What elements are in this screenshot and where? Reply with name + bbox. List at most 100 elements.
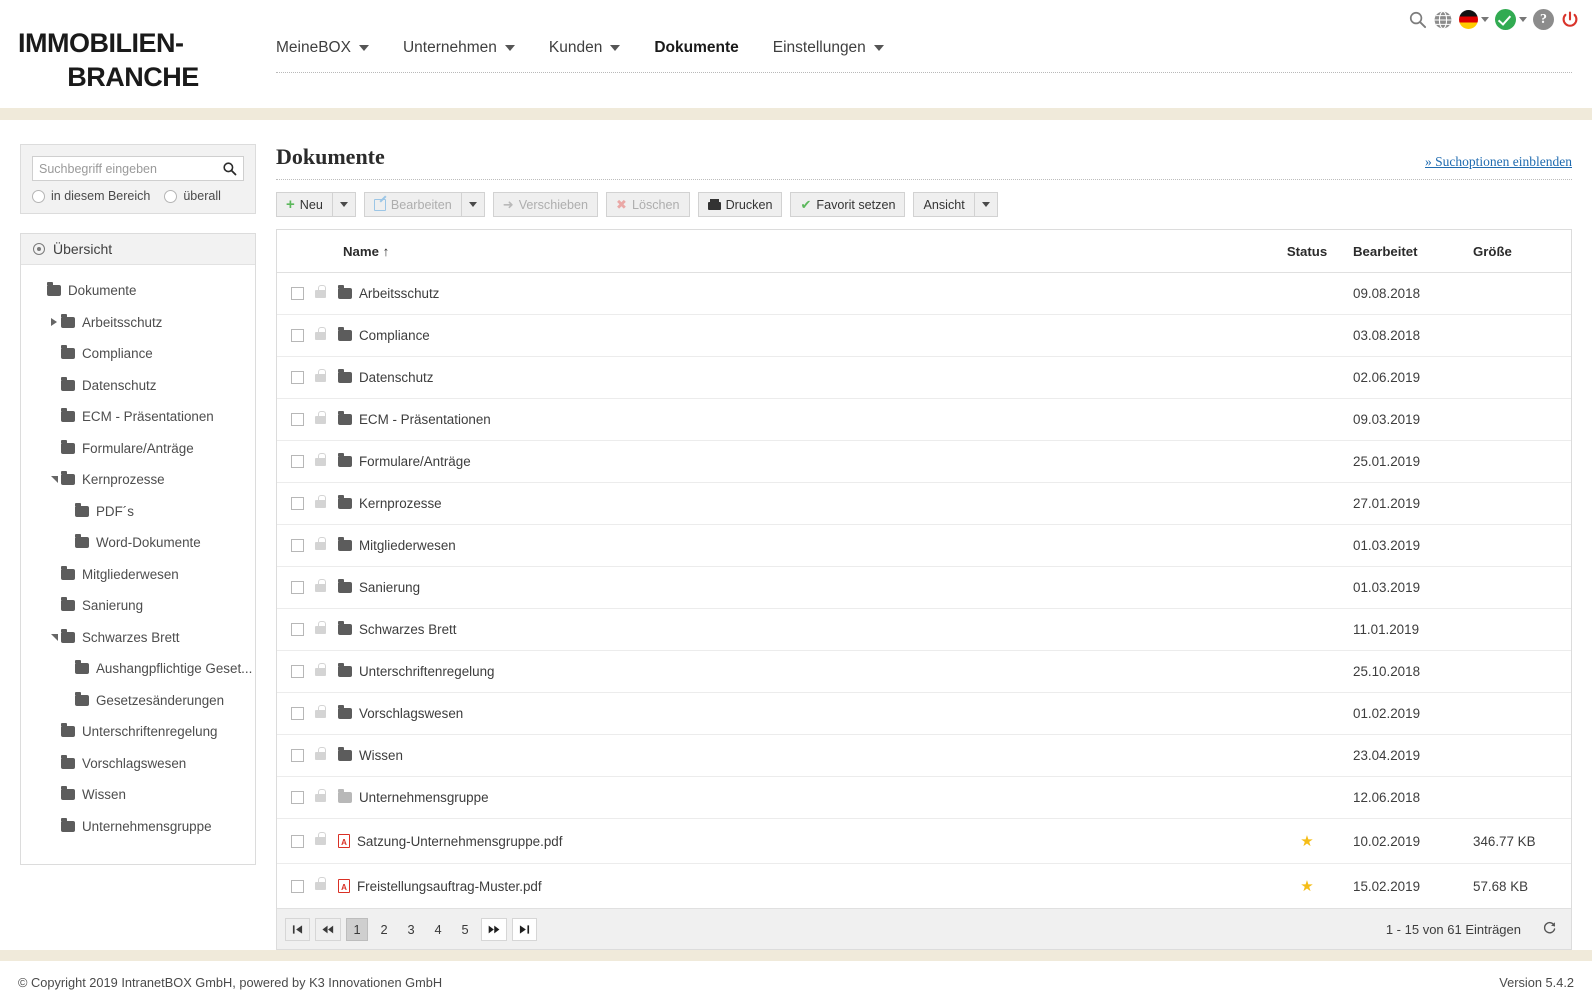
delete-button[interactable]: ✖ Löschen: [606, 192, 690, 217]
sidebar-item-dokumente[interactable]: Dokumente: [21, 275, 255, 307]
table-row[interactable]: Schwarzes Brett 11.01.2019: [277, 608, 1571, 651]
sidebar-item-unternehmensgruppe[interactable]: Unternehmensgruppe: [21, 811, 255, 843]
new-dropdown-button[interactable]: [332, 192, 356, 217]
search-submit-icon[interactable]: [219, 161, 239, 176]
row-name-label[interactable]: Vorschlagswesen: [359, 706, 463, 721]
nav-item-meinebox[interactable]: MeineBOX: [276, 39, 369, 57]
nav-item-einstellungen[interactable]: Einstellungen: [773, 39, 884, 57]
row-checkbox[interactable]: [291, 749, 304, 762]
column-header-bearbeitet[interactable]: Bearbeitet: [1353, 230, 1473, 273]
row-checkbox[interactable]: [291, 707, 304, 720]
row-name-label[interactable]: Arbeitsschutz: [359, 286, 439, 301]
sidebar-item-uebersicht[interactable]: Übersicht: [21, 234, 255, 265]
print-button[interactable]: Drucken: [697, 192, 783, 217]
sidebar-item-aushangpflichtige-geset[interactable]: Aushangpflichtige Geset...: [21, 653, 255, 685]
nav-item-kunden[interactable]: Kunden: [549, 39, 621, 57]
radio-scope-area[interactable]: in diesem Bereich: [32, 189, 150, 203]
language-flag-de-icon[interactable]: [1459, 10, 1489, 29]
pagination-next-button[interactable]: [481, 917, 507, 941]
row-checkbox[interactable]: [291, 497, 304, 510]
pagination-page-3[interactable]: 3: [400, 918, 422, 941]
row-name-label[interactable]: Datenschutz: [359, 370, 433, 385]
brand-logo[interactable]: IMMOBILIEN- BRANCHE: [18, 26, 248, 94]
search-icon[interactable]: [1408, 10, 1427, 29]
row-name-label[interactable]: Schwarzes Brett: [359, 622, 457, 637]
expand-arrow-icon[interactable]: [47, 318, 61, 327]
collapse-arrow-icon[interactable]: [47, 476, 61, 484]
table-row[interactable]: Formulare/Anträge 25.01.2019: [277, 440, 1571, 483]
row-checkbox[interactable]: [291, 879, 304, 893]
sidebar-item-arbeitsschutz[interactable]: Arbeitsschutz: [21, 307, 255, 339]
sidebar-item-sanierung[interactable]: Sanierung: [21, 590, 255, 622]
sidebar-item-schwarzes-brett[interactable]: Schwarzes Brett: [21, 622, 255, 654]
sidebar-item-word-dokumente[interactable]: Word-Dokumente: [21, 527, 255, 559]
row-name-label[interactable]: Mitgliederwesen: [359, 538, 456, 553]
table-row[interactable]: A Freistellungsauftrag-Muster.pdf ★ 15.02.2…: [277, 864, 1571, 909]
row-name-label[interactable]: ECM - Präsentationen: [359, 412, 491, 427]
pagination-page-2[interactable]: 2: [373, 918, 395, 941]
radio-scope-all[interactable]: überall: [164, 189, 221, 203]
view-button[interactable]: Ansicht: [913, 192, 975, 217]
toggle-search-options-link[interactable]: » Suchoptionen einblenden: [1425, 154, 1572, 170]
sidebar-item-gesetzes-nderungen[interactable]: Gesetzesänderungen: [21, 685, 255, 717]
row-checkbox[interactable]: [291, 665, 304, 678]
pagination-page-5[interactable]: 5: [454, 918, 476, 941]
row-checkbox[interactable]: [291, 329, 304, 342]
table-row[interactable]: Vorschlagswesen 01.02.2019: [277, 692, 1571, 735]
pagination-prev-button[interactable]: [315, 917, 341, 941]
pagination-first-button[interactable]: [285, 917, 310, 941]
row-name-label[interactable]: Unternehmensgruppe: [359, 790, 489, 805]
sidebar-item-pdf-s[interactable]: PDF´s: [21, 496, 255, 528]
pagination-page-1[interactable]: 1: [346, 917, 368, 941]
view-dropdown-button[interactable]: [974, 192, 998, 217]
sidebar-item-wissen[interactable]: Wissen: [21, 779, 255, 811]
search-field[interactable]: [32, 156, 244, 181]
table-row[interactable]: Arbeitsschutz 09.08.2018: [277, 272, 1571, 315]
table-row[interactable]: Mitgliederwesen 01.03.2019: [277, 524, 1571, 567]
table-row[interactable]: Unternehmensgruppe 12.06.2018: [277, 776, 1571, 819]
sidebar-item-ecm-pr-sentationen[interactable]: ECM - Präsentationen: [21, 401, 255, 433]
nav-item-unternehmen[interactable]: Unternehmen: [403, 39, 515, 57]
table-row[interactable]: Sanierung 01.03.2019: [277, 566, 1571, 609]
row-checkbox[interactable]: [291, 623, 304, 636]
row-checkbox[interactable]: [291, 455, 304, 468]
table-row[interactable]: Compliance 03.08.2018: [277, 314, 1571, 357]
row-checkbox[interactable]: [291, 413, 304, 426]
row-checkbox[interactable]: [291, 539, 304, 552]
favorite-star-icon[interactable]: ★: [1300, 878, 1313, 895]
row-checkbox[interactable]: [291, 581, 304, 594]
help-icon[interactable]: ?: [1533, 9, 1554, 30]
table-row[interactable]: Kernprozesse 27.01.2019: [277, 482, 1571, 525]
row-name-label[interactable]: Unterschriftenregelung: [359, 664, 494, 679]
table-row[interactable]: A Satzung-Unternehmensgruppe.pdf ★ 10.02.20…: [277, 818, 1571, 864]
sidebar-item-mitgliederwesen[interactable]: Mitgliederwesen: [21, 559, 255, 591]
column-header-groesse[interactable]: Größe: [1473, 230, 1571, 273]
row-name-label[interactable]: Satzung-Unternehmensgruppe.pdf: [357, 834, 562, 849]
collapse-arrow-icon[interactable]: [47, 633, 61, 641]
row-checkbox[interactable]: [291, 287, 304, 300]
table-row[interactable]: Datenschutz 02.06.2019: [277, 356, 1571, 399]
edit-button[interactable]: Bearbeiten: [363, 192, 462, 217]
row-checkbox[interactable]: [291, 791, 304, 804]
sidebar-item-kernprozesse[interactable]: Kernprozesse: [21, 464, 255, 496]
sidebar-item-compliance[interactable]: Compliance: [21, 338, 255, 370]
logout-power-icon[interactable]: [1560, 10, 1580, 30]
row-name-label[interactable]: Sanierung: [359, 580, 420, 595]
table-row[interactable]: ECM - Präsentationen 09.03.2019: [277, 398, 1571, 441]
sidebar-item-formulare-antr-ge[interactable]: Formulare/Anträge: [21, 433, 255, 465]
status-ok-icon[interactable]: [1495, 9, 1527, 30]
sidebar-item-datenschutz[interactable]: Datenschutz: [21, 370, 255, 402]
sidebar-item-vorschlagswesen[interactable]: Vorschlagswesen: [21, 748, 255, 780]
table-row[interactable]: Wissen 23.04.2019: [277, 734, 1571, 777]
favorite-button[interactable]: ✔ Favorit setzen: [790, 192, 906, 217]
row-checkbox[interactable]: [291, 371, 304, 384]
row-checkbox[interactable]: [291, 834, 304, 848]
row-name-label[interactable]: Formulare/Anträge: [359, 454, 471, 469]
globe-icon[interactable]: [1433, 10, 1453, 30]
nav-item-dokumente[interactable]: Dokumente: [654, 39, 738, 57]
new-button[interactable]: + Neu: [276, 192, 333, 217]
row-name-label[interactable]: Wissen: [359, 748, 403, 763]
table-row[interactable]: Unterschriftenregelung 25.10.2018: [277, 650, 1571, 693]
row-name-label[interactable]: Compliance: [359, 328, 430, 343]
refresh-icon[interactable]: [1542, 920, 1557, 939]
